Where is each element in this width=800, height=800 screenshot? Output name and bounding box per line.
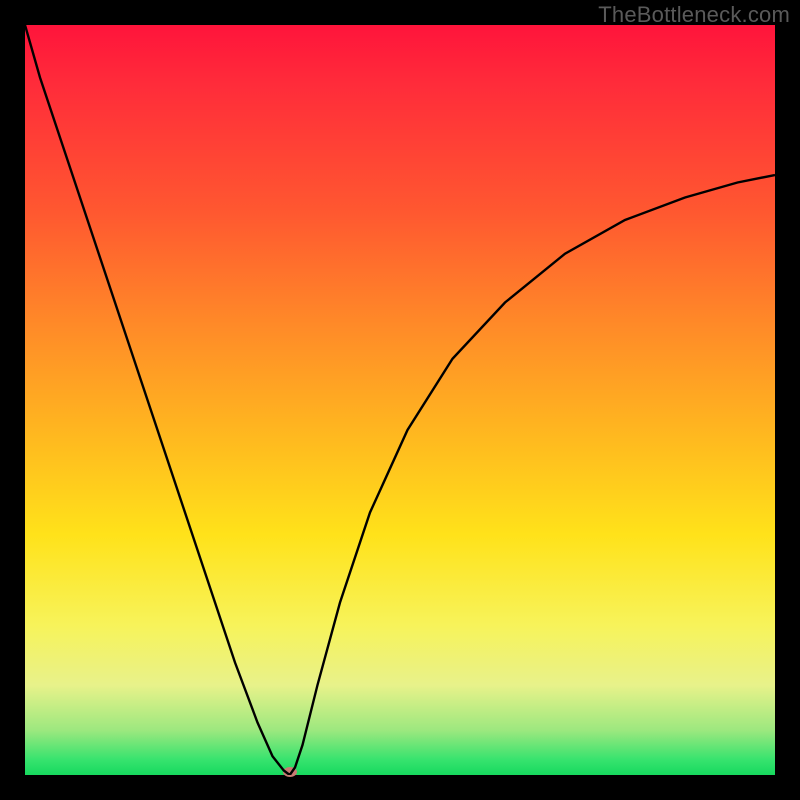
curve-path — [25, 25, 775, 775]
plot-area — [25, 25, 775, 775]
bottleneck-curve — [25, 25, 775, 775]
watermark-text: TheBottleneck.com — [598, 2, 790, 28]
chart-container: TheBottleneck.com — [0, 0, 800, 800]
